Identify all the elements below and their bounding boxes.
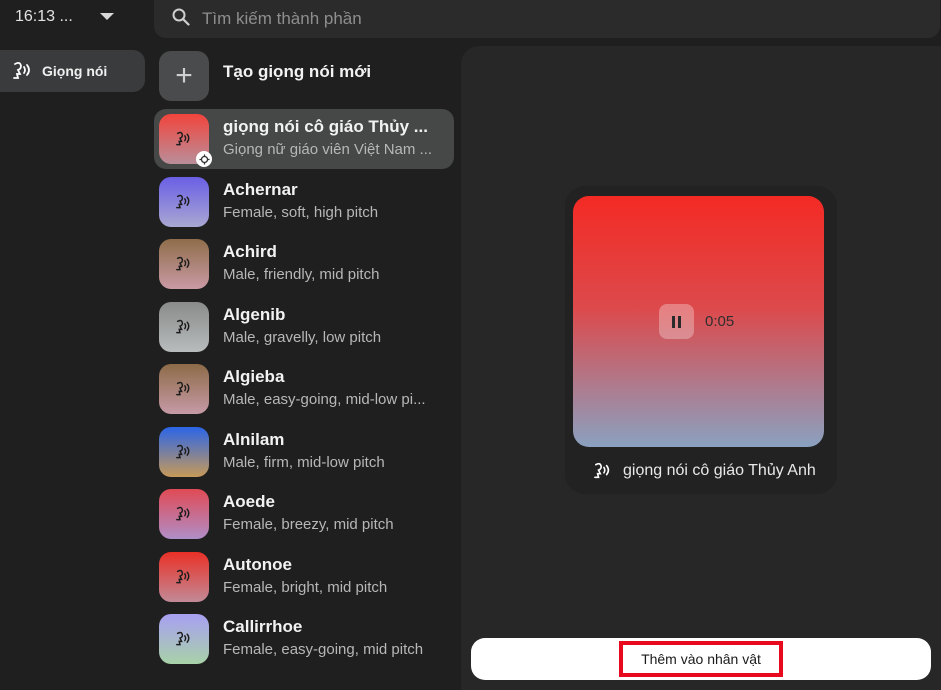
voice-description: Male, firm, mid-low pitch xyxy=(223,453,385,471)
voice-row[interactable]: Algenib Male, gravelly, low pitch xyxy=(154,297,454,357)
voice-avatar xyxy=(159,551,209,602)
search-icon xyxy=(172,8,202,31)
gear-icon xyxy=(196,151,212,167)
voice-row[interactable]: Algieba Male, easy-going, mid-low pi... xyxy=(154,359,454,419)
search-input[interactable] xyxy=(202,9,802,29)
voice-description: Female, bright, mid pitch xyxy=(223,578,388,596)
voice-icon xyxy=(175,194,193,210)
now-playing-voice-name: giọng nói cô giáo Thủy Anh xyxy=(623,462,816,479)
voice-name: giọng nói cô giáo Thủy ... xyxy=(223,117,428,136)
voice-icon xyxy=(175,319,193,335)
voice-name: Autonoe xyxy=(223,554,292,574)
add-to-character-label: Thêm vào nhân vật xyxy=(619,641,783,677)
voice-row[interactable]: giọng nói cô giáo Thủy ... Giọng nữ giáo … xyxy=(154,109,454,169)
voice-name: Alnilam xyxy=(223,429,285,449)
voice-icon xyxy=(175,381,193,397)
create-avatar: + xyxy=(159,51,209,101)
voice-description: Giọng nữ giáo viên Việt Nam ... xyxy=(223,141,433,158)
voice-avatar xyxy=(159,364,209,414)
voice-row[interactable]: Autonoe Female, bright, mid pitch xyxy=(154,547,454,607)
voice-row[interactable]: Achernar Female, soft, high pitch xyxy=(154,172,454,232)
sidebar-item-label: Giọng nói xyxy=(42,63,108,79)
status-time: 16:13 ... xyxy=(15,8,73,25)
voice-name: Achernar xyxy=(223,179,298,199)
plus-icon: + xyxy=(175,59,193,92)
pause-button[interactable] xyxy=(659,304,694,339)
voice-name: Callirrhoe xyxy=(223,617,303,636)
voice-row[interactable]: Callirrhoe Female, easy-going, mid pitch xyxy=(154,609,454,669)
voice-name: Aoede xyxy=(223,492,275,511)
voice-icon xyxy=(175,506,193,522)
voice-avatar xyxy=(159,239,209,289)
search-bar[interactable] xyxy=(154,0,940,38)
pause-icon xyxy=(672,315,675,328)
voice-name: Algieba xyxy=(223,367,285,386)
voice-description: Female, breezy, mid pitch xyxy=(223,516,394,533)
voice-row[interactable]: Alnilam Male, firm, mid-low pitch xyxy=(154,422,454,482)
voice-avatar xyxy=(159,301,209,352)
voice-icon xyxy=(175,631,193,647)
create-voice-label: Tạo giọng nói mới xyxy=(223,62,372,81)
voice-row[interactable]: Achird Male, friendly, mid pitch xyxy=(154,234,454,294)
elapsed-time: 0:05 xyxy=(705,313,735,330)
voice-description: Male, friendly, mid pitch xyxy=(223,266,380,283)
voice-avatar xyxy=(159,489,209,539)
voice-avatar xyxy=(159,176,209,227)
voice-description: Female, soft, high pitch xyxy=(223,203,379,221)
voice-name: Algenib xyxy=(223,304,286,324)
voice-avatar xyxy=(159,114,212,167)
now-playing: giọng nói cô giáo Thủy Anh xyxy=(593,462,816,480)
voice-icon xyxy=(175,444,193,460)
create-voice-row[interactable]: + Tạo giọng nói mới xyxy=(154,46,454,106)
voice-description: Male, easy-going, mid-low pi... xyxy=(223,391,426,408)
voice-icon xyxy=(12,61,34,81)
voice-name: Achird xyxy=(223,242,277,261)
chevron-down-icon[interactable] xyxy=(100,13,114,20)
voice-icon xyxy=(175,569,193,585)
voice-row[interactable]: Aoede Female, breezy, mid pitch xyxy=(154,484,454,544)
voice-artwork xyxy=(573,196,824,447)
voice-icon xyxy=(593,462,613,480)
voice-avatar xyxy=(159,426,209,477)
voice-icon xyxy=(175,131,193,147)
sidebar-item-voices[interactable]: Giọng nói xyxy=(0,50,145,92)
add-to-character-button[interactable]: Thêm vào nhân vật xyxy=(471,638,931,680)
voice-description: Male, gravelly, low pitch xyxy=(223,328,382,346)
voice-description: Female, easy-going, mid pitch xyxy=(223,641,424,658)
voice-icon xyxy=(175,256,193,272)
voice-avatar xyxy=(159,614,209,664)
